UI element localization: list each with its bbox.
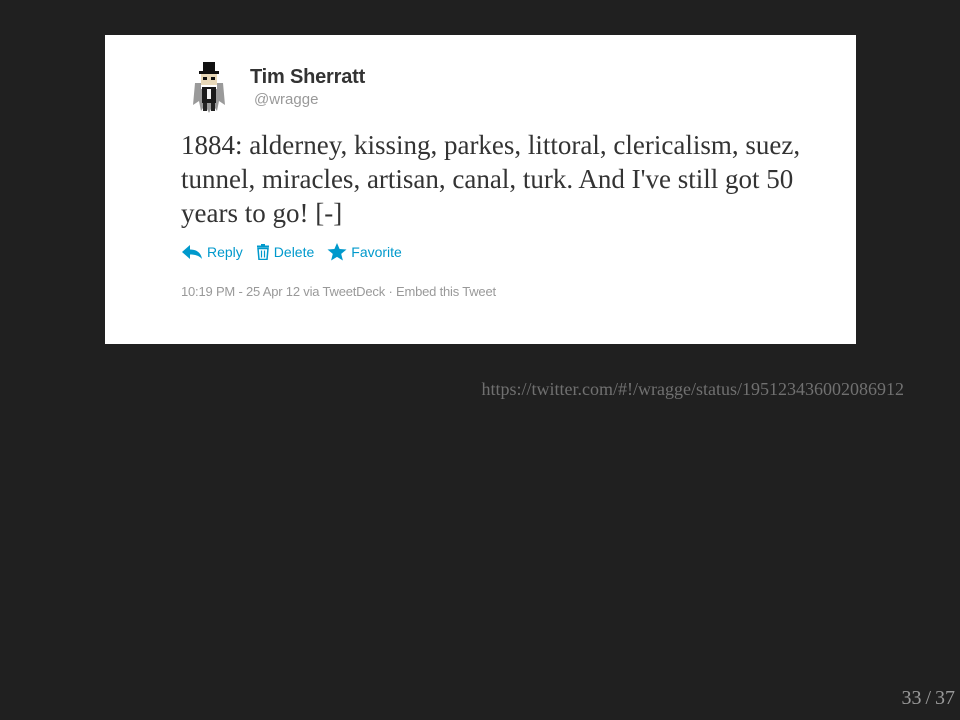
tweet-actions: Reply Delete Favorite [181,241,415,263]
author-name[interactable]: Tim Sherratt [250,66,365,89]
via-prefix: via [303,284,320,299]
favorite-label: Favorite [351,244,402,260]
slide-counter: 33/37 [901,687,955,710]
slide-counter-separator: / [925,687,931,709]
tweet-timestamp[interactable]: 10:19 PM - 25 Apr 12 [181,284,300,299]
tweet-meta: 10:19 PM - 25 Apr 12 via TweetDeck · Emb… [181,284,496,299]
slide-total: 37 [935,687,955,709]
star-icon [327,243,347,261]
source-url-link[interactable]: https://twitter.com/#!/wragge/status/195… [482,379,904,400]
reply-icon [182,245,202,259]
tweet-header: Tim Sherratt @wragge [181,59,781,119]
delete-label: Delete [273,244,315,260]
embed-tweet-link[interactable]: Embed this Tweet [396,284,496,299]
favorite-button[interactable]: Favorite [327,243,402,261]
tweet-client[interactable]: TweetDeck [323,284,386,299]
trash-icon [256,244,269,260]
tweet-text: 1884: alderney, kissing, parkes, littora… [181,130,801,228]
reply-button[interactable]: Reply [181,244,243,260]
reply-label: Reply [207,244,243,260]
slide-current: 33 [901,687,922,709]
author-handle[interactable]: @wragge [254,91,318,108]
avatar-icon[interactable] [189,61,231,117]
delete-button[interactable]: Delete [256,244,314,260]
slide: Tim Sherratt @wragge 1884: alderney, kis… [0,0,960,720]
meta-separator: · [388,284,393,299]
tweet-card: Tim Sherratt @wragge 1884: alderney, kis… [105,35,856,344]
